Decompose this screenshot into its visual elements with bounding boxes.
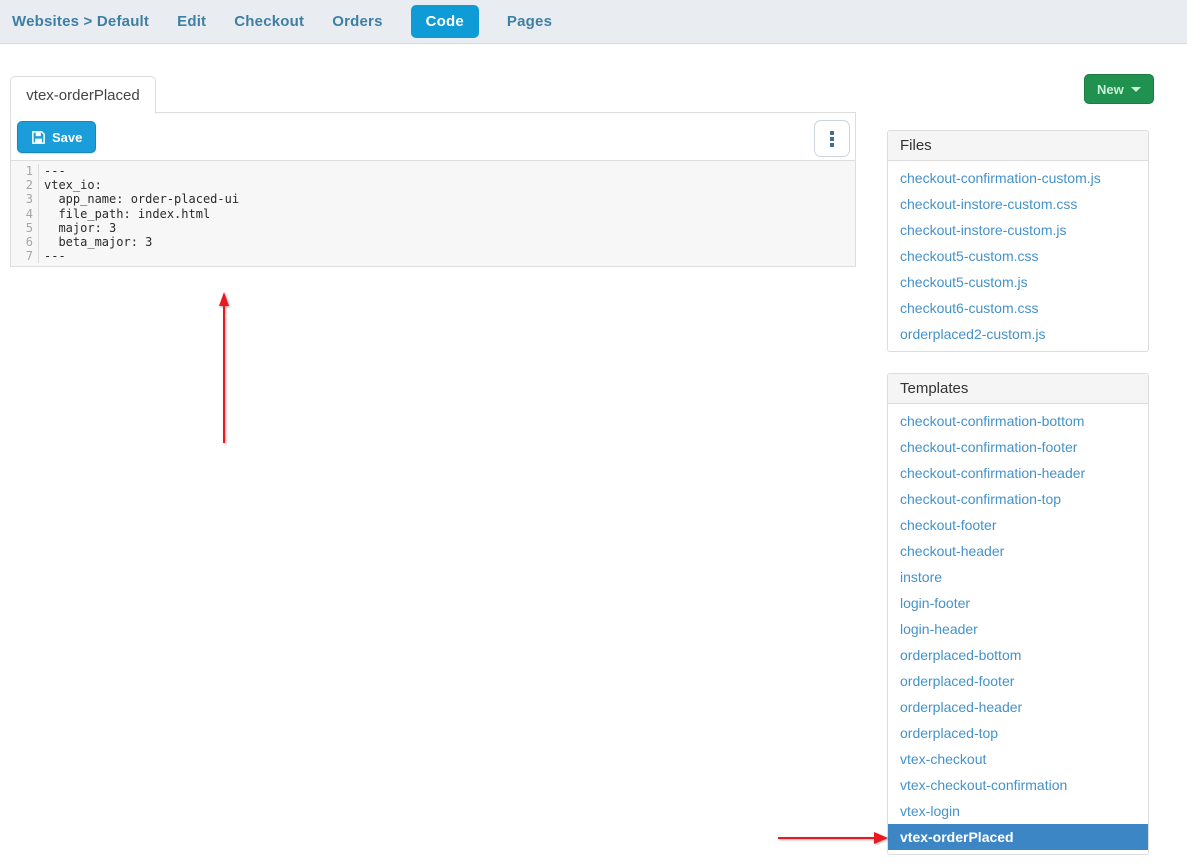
template-link[interactable]: orderplaced-top [888, 720, 1148, 746]
template-link[interactable]: orderplaced-bottom [888, 642, 1148, 668]
line-number: 5 [11, 221, 39, 235]
code-line: 4 file_path: index.html [11, 207, 855, 221]
file-link[interactable]: orderplaced2-custom.js [888, 321, 1148, 347]
code-line-text: file_path: index.html [39, 207, 210, 221]
code-editor-panel: Save 1---2vtex_io:3 app_name: order-plac… [10, 112, 856, 267]
code-line-text: major: 3 [39, 221, 116, 235]
template-link[interactable]: orderplaced-footer [888, 668, 1148, 694]
line-number: 4 [11, 207, 39, 221]
chevron-down-icon [1131, 87, 1141, 92]
nav-tab-orders[interactable]: Orders [332, 5, 382, 38]
save-icon [31, 130, 46, 145]
nav-tab-edit[interactable]: Edit [177, 5, 206, 38]
annotation-arrow-up [214, 290, 236, 453]
annotation-arrow-right [776, 828, 890, 853]
code-line: 6 beta_major: 3 [11, 235, 855, 249]
code-line: 3 app_name: order-placed-ui [11, 192, 855, 206]
nav-tab-checkout[interactable]: Checkout [234, 5, 304, 38]
editor-toolbar: Save [11, 113, 855, 160]
file-link[interactable]: checkout6-custom.css [888, 295, 1148, 321]
code-line: 5 major: 3 [11, 221, 855, 235]
file-link[interactable]: checkout-instore-custom.css [888, 191, 1148, 217]
templates-list: checkout-confirmation-bottomcheckout-con… [888, 404, 1148, 854]
template-link[interactable]: vtex-login [888, 798, 1148, 824]
line-number: 7 [11, 249, 39, 263]
line-number: 3 [11, 192, 39, 206]
files-panel: Files checkout-confirmation-custom.jsche… [887, 130, 1149, 352]
kebab-menu-icon [830, 131, 834, 147]
template-link[interactable]: vtex-checkout [888, 746, 1148, 772]
code-line-text: --- [39, 164, 66, 178]
code-line: 7--- [11, 249, 855, 263]
new-button-label: New [1097, 82, 1124, 97]
editor-file-tab-label: vtex-orderPlaced [26, 87, 139, 104]
template-link[interactable]: instore [888, 564, 1148, 590]
file-link[interactable]: checkout-instore-custom.js [888, 217, 1148, 243]
template-link[interactable]: checkout-confirmation-footer [888, 434, 1148, 460]
template-link[interactable]: checkout-confirmation-top [888, 486, 1148, 512]
nav-tab-pages[interactable]: Pages [507, 5, 552, 38]
new-button[interactable]: New [1084, 74, 1154, 104]
breadcrumb[interactable]: Websites > Default [12, 13, 149, 30]
template-link[interactable]: login-footer [888, 590, 1148, 616]
templates-panel-title: Templates [888, 374, 1148, 404]
template-link[interactable]: login-header [888, 616, 1148, 642]
file-link[interactable]: checkout-confirmation-custom.js [888, 165, 1148, 191]
file-link[interactable]: checkout5-custom.css [888, 243, 1148, 269]
template-link[interactable]: checkout-confirmation-header [888, 460, 1148, 486]
code-line-text: --- [39, 249, 66, 263]
template-link[interactable]: vtex-checkout-confirmation [888, 772, 1148, 798]
line-number: 6 [11, 235, 39, 249]
line-number: 2 [11, 178, 39, 192]
save-button[interactable]: Save [17, 121, 96, 153]
template-link[interactable]: checkout-confirmation-bottom [888, 408, 1148, 434]
line-number: 1 [11, 164, 39, 178]
code-line: 1--- [11, 164, 855, 178]
templates-panel: Templates checkout-confirmation-bottomch… [887, 373, 1149, 855]
files-list: checkout-confirmation-custom.jscheckout-… [888, 161, 1148, 351]
file-link[interactable]: checkout5-custom.js [888, 269, 1148, 295]
top-navigation-bar: Websites > Default Edit Checkout Orders Cod… [0, 0, 1187, 44]
code-line-text: beta_major: 3 [39, 235, 152, 249]
nav-tab-code[interactable]: Code [411, 5, 479, 38]
save-button-label: Save [52, 130, 82, 145]
editor-options-button[interactable] [814, 120, 850, 157]
code-line-text: app_name: order-placed-ui [39, 192, 239, 206]
files-panel-title: Files [888, 131, 1148, 161]
template-link[interactable]: checkout-footer [888, 512, 1148, 538]
code-line-text: vtex_io: [39, 178, 102, 192]
code-line: 2vtex_io: [11, 178, 855, 192]
code-editor[interactable]: 1---2vtex_io:3 app_name: order-placed-ui… [11, 160, 855, 266]
template-link[interactable]: orderplaced-header [888, 694, 1148, 720]
template-link[interactable]: checkout-header [888, 538, 1148, 564]
template-link-selected[interactable]: vtex-orderPlaced [888, 824, 1148, 850]
nav-tabs: Edit Checkout Orders Code Pages [177, 5, 552, 38]
editor-file-tab[interactable]: vtex-orderPlaced [10, 76, 156, 114]
